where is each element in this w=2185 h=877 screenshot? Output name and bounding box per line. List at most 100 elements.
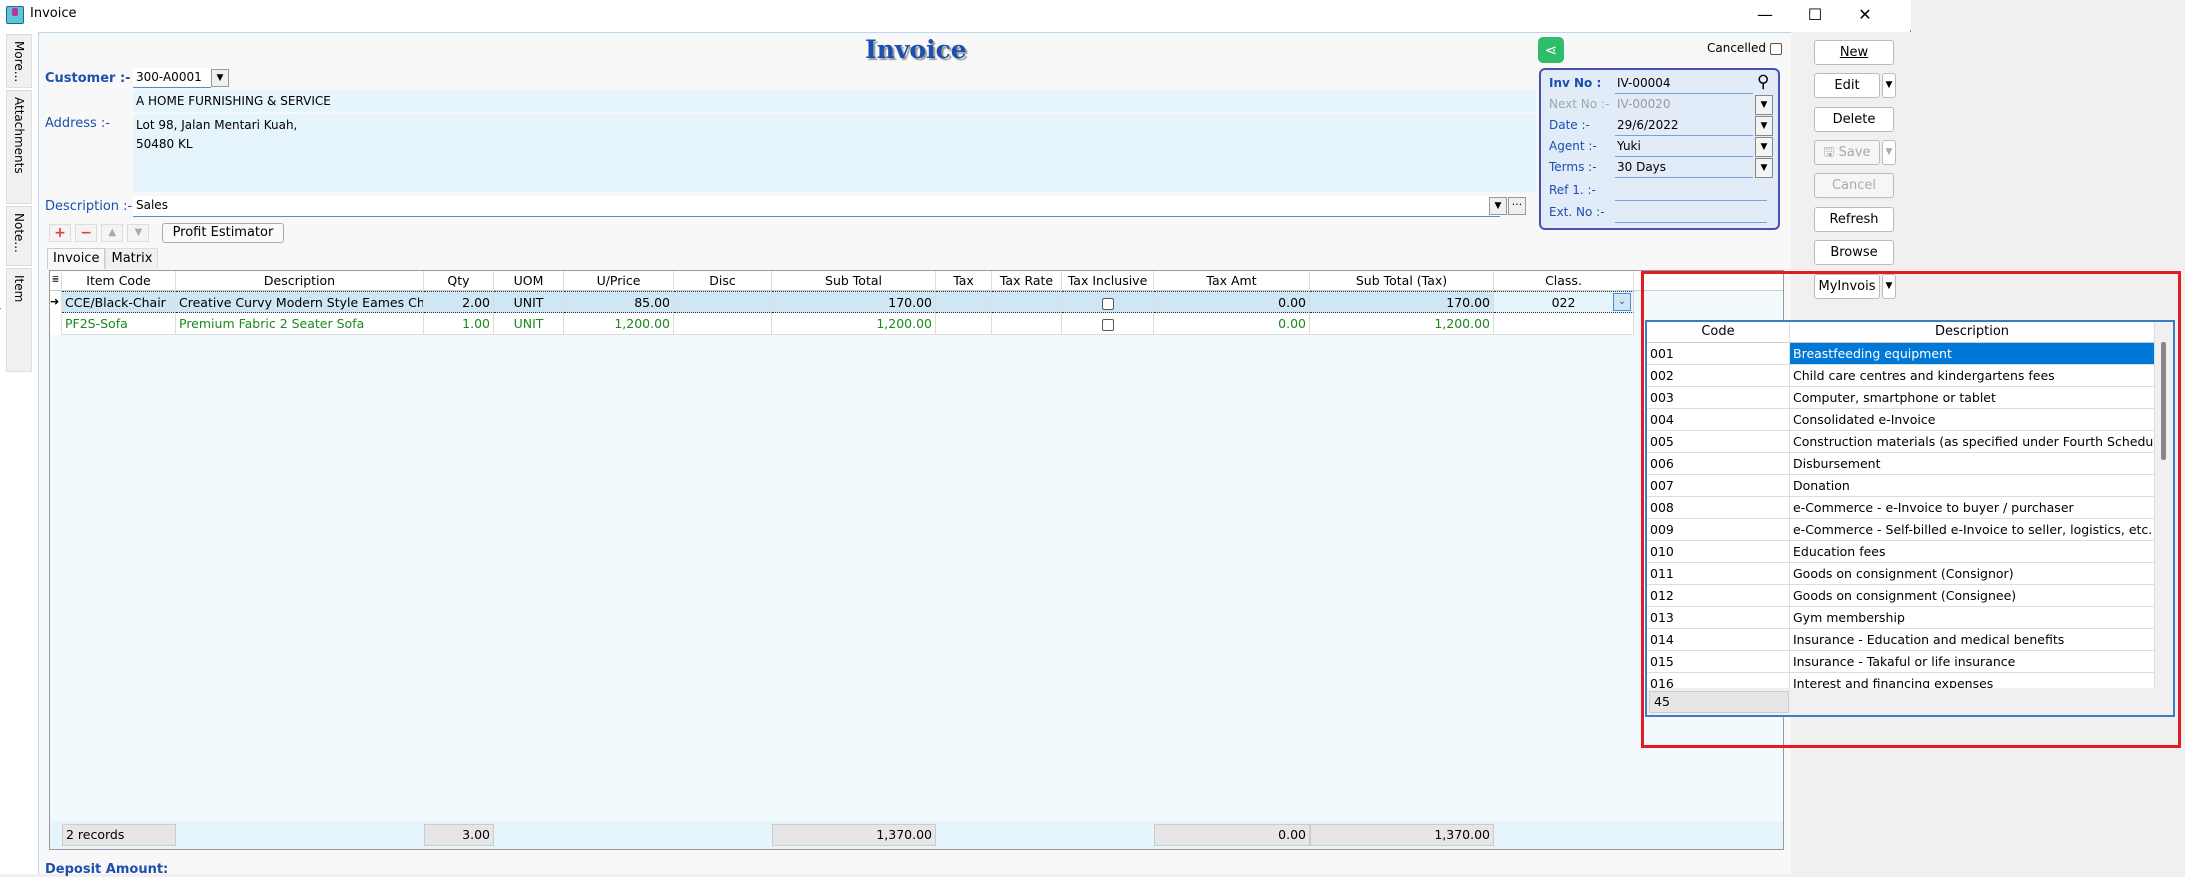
dropdown-item-description[interactable]: Consolidated e-Invoice xyxy=(1790,409,2155,431)
col-qty[interactable]: Qty xyxy=(424,271,494,291)
col-item-code[interactable]: Item Code xyxy=(62,271,176,291)
table-row[interactable]: PF2S-Sofa Premium Fabric 2 Seater Sofa 1… xyxy=(50,313,1783,335)
col-disc[interactable]: Disc xyxy=(674,271,772,291)
side-tab-more[interactable]: More... xyxy=(6,34,32,88)
dropdown-item-description[interactable]: Construction materials (as specified und… xyxy=(1790,431,2155,453)
cell-uprice[interactable]: 85.00 xyxy=(564,291,674,313)
cell-uprice[interactable]: 1,200.00 xyxy=(564,313,674,335)
dropdown-item-008[interactable]: 008 e-Commerce - e-Invoice to buyer / pur… xyxy=(1647,497,2155,519)
dropdown-item-description[interactable]: Education fees xyxy=(1790,541,2155,563)
maximize-button[interactable]: ☐ xyxy=(1790,0,1840,30)
cell-subtotal[interactable]: 170.00 xyxy=(772,291,936,313)
table-row[interactable]: ➜ CCE/Black-Chair Creative Curvy Modern … xyxy=(50,291,1783,313)
customer-code-field[interactable]: 300-A0001 xyxy=(133,68,211,88)
classification-dropdown[interactable]: Code Description 001 Breastfeeding equipm… xyxy=(1645,320,2175,717)
cell-tax[interactable] xyxy=(936,313,992,335)
share-button[interactable]: ⋖ xyxy=(1538,37,1564,63)
tax-inclusive-checkbox[interactable] xyxy=(1101,297,1114,310)
cell-disc[interactable] xyxy=(674,313,772,335)
col-subtotal[interactable]: Sub Total xyxy=(772,271,936,291)
description-more-button[interactable]: ··· xyxy=(1508,197,1526,215)
col-subtotal-tax[interactable]: Sub Total (Tax) xyxy=(1310,271,1494,291)
dropdown-item-description[interactable]: Donation xyxy=(1790,475,2155,497)
delete-button[interactable]: Delete xyxy=(1814,107,1894,132)
side-tab-attachments[interactable]: Attachments xyxy=(6,90,32,204)
dropdown-item-004[interactable]: 004 Consolidated e-Invoice xyxy=(1647,409,2155,431)
ref1-field[interactable] xyxy=(1615,181,1767,201)
cell-tax-rate[interactable] xyxy=(992,313,1062,335)
dropdown-item-description[interactable]: Goods on consignment (Consignee) xyxy=(1790,585,2155,607)
side-tab-note[interactable]: Note... xyxy=(6,206,32,266)
minimize-button[interactable]: — xyxy=(1740,0,1790,30)
move-up-icon[interactable]: ▲ xyxy=(101,224,124,242)
move-down-icon[interactable]: ▼ xyxy=(127,224,150,242)
dropdown-item-012[interactable]: 012 Goods on consignment (Consignee) xyxy=(1647,585,2155,607)
dropdown-col-code[interactable]: Code xyxy=(1647,322,1790,343)
profit-estimator-button[interactable]: Profit Estimator xyxy=(161,223,285,243)
description-field[interactable]: Sales xyxy=(133,196,1500,217)
edit-button[interactable]: Edit xyxy=(1814,73,1880,98)
dropdown-scrollbar[interactable] xyxy=(2155,322,2173,715)
col-tax-rate[interactable]: Tax Rate xyxy=(992,271,1062,291)
date-field[interactable]: 29/6/2022 xyxy=(1615,116,1753,136)
dropdown-item-code[interactable]: 003 xyxy=(1647,387,1790,409)
next-no-dropdown[interactable]: ▼ xyxy=(1755,95,1773,115)
address-field[interactable]: Lot 98, Jalan Mentari Kuah, 50480 KL xyxy=(133,114,1536,192)
col-tax[interactable]: Tax xyxy=(936,271,992,291)
dropdown-item-003[interactable]: 003 Computer, smartphone or tablet xyxy=(1647,387,2155,409)
cancelled-checkbox[interactable]: Cancelled xyxy=(1707,41,1782,55)
customer-dropdown-button[interactable]: ▼ xyxy=(211,69,229,87)
cell-qty[interactable]: 2.00 xyxy=(424,291,494,313)
dropdown-item-code[interactable]: 001 xyxy=(1647,343,1790,365)
dropdown-item-006[interactable]: 006 Disbursement xyxy=(1647,453,2155,475)
dropdown-item-description[interactable]: Gym membership xyxy=(1790,607,2155,629)
dropdown-item-014[interactable]: 014 Insurance - Education and medical ben… xyxy=(1647,629,2155,651)
cell-subtotal-tax[interactable]: 170.00 xyxy=(1310,291,1494,313)
customer-name[interactable]: A HOME FURNISHING & SERVICE xyxy=(133,90,1536,112)
dropdown-item-013[interactable]: 013 Gym membership xyxy=(1647,607,2155,629)
dropdown-item-007[interactable]: 007 Donation xyxy=(1647,475,2155,497)
cell-disc[interactable] xyxy=(674,291,772,313)
dropdown-item-description[interactable]: e-Commerce - Self-billed e-Invoice to se… xyxy=(1790,519,2155,541)
dropdown-item-002[interactable]: 002 Child care centres and kindergartens … xyxy=(1647,365,2155,387)
dropdown-col-description[interactable]: Description xyxy=(1790,322,2155,343)
dropdown-item-code[interactable]: 005 xyxy=(1647,431,1790,453)
tab-invoice[interactable]: Invoice xyxy=(47,248,106,269)
terms-dropdown[interactable]: ▼ xyxy=(1755,158,1773,178)
side-tab-item-template[interactable]: Item Template... xyxy=(0,268,32,372)
dropdown-item-description[interactable]: Breastfeeding equipment xyxy=(1790,343,2155,365)
dropdown-item-code[interactable]: 004 xyxy=(1647,409,1790,431)
dropdown-item-code[interactable]: 007 xyxy=(1647,475,1790,497)
cell-class-editor[interactable]: 022 ⌄ xyxy=(1494,291,1634,313)
myinvois-button[interactable]: MyInvois xyxy=(1814,274,1880,299)
dropdown-item-code[interactable]: 011 xyxy=(1647,563,1790,585)
dropdown-item-code[interactable]: 002 xyxy=(1647,365,1790,387)
dropdown-item-description[interactable]: Child care centres and kindergartens fee… xyxy=(1790,365,2155,387)
agent-field[interactable]: Yuki xyxy=(1615,137,1753,157)
browse-button[interactable]: Browse xyxy=(1814,240,1894,265)
ext-no-field[interactable] xyxy=(1615,203,1767,223)
dropdown-item-code[interactable]: 009 xyxy=(1647,519,1790,541)
class-dropdown-chevron-icon[interactable]: ⌄ xyxy=(1613,293,1631,311)
cell-qty[interactable]: 1.00 xyxy=(424,313,494,335)
dropdown-item-005[interactable]: 005 Construction materials (as specified … xyxy=(1647,431,2155,453)
cell-description[interactable]: Creative Curvy Modern Style Eames Chair … xyxy=(176,291,424,313)
dropdown-item-code[interactable]: 012 xyxy=(1647,585,1790,607)
dropdown-item-description[interactable]: Insurance - Education and medical benefi… xyxy=(1790,629,2155,651)
dropdown-item-description[interactable]: Insurance - Takaful or life insurance xyxy=(1790,651,2155,673)
cell-tax-amt[interactable]: 0.00 xyxy=(1154,313,1310,335)
dropdown-item-code[interactable]: 010 xyxy=(1647,541,1790,563)
dropdown-item-description[interactable]: Computer, smartphone or tablet xyxy=(1790,387,2155,409)
save-button[interactable]: 🖫 Save xyxy=(1814,140,1880,165)
dropdown-item-001[interactable]: 001 Breastfeeding equipment xyxy=(1647,343,2155,365)
cell-uom[interactable]: UNIT xyxy=(494,291,564,313)
dropdown-item-016[interactable]: 016 Interest and financing expenses xyxy=(1647,673,2155,688)
dropdown-item-description[interactable]: Goods on consignment (Consignor) xyxy=(1790,563,2155,585)
column-chooser-icon[interactable]: ≣ xyxy=(50,271,62,291)
cell-subtotal[interactable]: 1,200.00 xyxy=(772,313,936,335)
myinvois-dropdown-button[interactable]: ▼ xyxy=(1882,274,1896,299)
add-row-icon[interactable]: + xyxy=(49,224,71,242)
dropdown-item-code[interactable]: 015 xyxy=(1647,651,1790,673)
cell-uom[interactable]: UNIT xyxy=(494,313,564,335)
cancel-button[interactable]: Cancel xyxy=(1814,173,1894,198)
